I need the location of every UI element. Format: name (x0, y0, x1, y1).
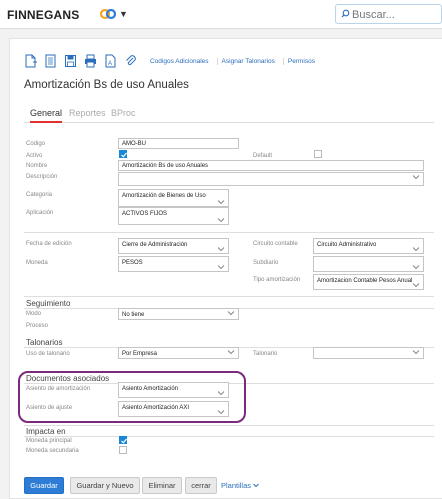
fecha-edicion-label: Fecha de edición (26, 241, 72, 247)
highlight-annotation (18, 371, 246, 423)
toolbar-link-talonarios[interactable]: Asignar Talonarios (216, 57, 279, 65)
descripcion-label: Descripción (26, 174, 58, 180)
documents-icon[interactable] (44, 54, 57, 68)
eliminar-button[interactable]: Eliminar (142, 477, 182, 494)
tipo-amortizacion-select[interactable]: Amortizacion Contable Pesos Anual (313, 274, 424, 290)
chevron-down-icon (227, 311, 235, 316)
divider (24, 232, 434, 233)
moneda-principal-checkbox[interactable] (119, 436, 127, 444)
default-checkbox[interactable] (314, 150, 322, 158)
new-document-icon[interactable] (24, 54, 37, 68)
chevron-down-icon (217, 247, 225, 252)
modo-label: Modo (26, 311, 42, 317)
aplicacion-label: Aplicación (26, 210, 54, 216)
descripcion-field[interactable] (118, 172, 424, 186)
moneda-select[interactable]: PESOS (118, 256, 229, 272)
plantillas-dropdown[interactable]: Plantillas (220, 477, 260, 494)
aplicacion-select[interactable]: ACTIVOS FIJOS (118, 207, 229, 225)
divider (24, 296, 434, 297)
aplicacion-value: ACTIVOS FIJOS (122, 211, 168, 217)
activo-checkbox[interactable] (119, 150, 127, 158)
subdiario-label: Subdiario (253, 260, 279, 266)
chevron-down-icon (412, 283, 420, 288)
codigo-label: Codigo (26, 141, 46, 147)
search-icon (341, 9, 350, 18)
cerrar-button[interactable]: cerrar (185, 477, 217, 494)
brand-logo[interactable]: FINNEGANS (7, 8, 79, 22)
uso-talonario-label: Uso de talonario (26, 351, 70, 357)
save-icon[interactable] (64, 54, 77, 68)
chevron-down-icon (412, 247, 420, 252)
nombre-field[interactable]: Amortización Bs de uso Anuales (118, 160, 424, 171)
tipo-amortizacion-label: Tipo amortización (253, 277, 301, 283)
codigo-field[interactable]: AMO-BU (118, 138, 239, 149)
check-icon (121, 152, 127, 158)
main-panel: A Codigos Adicionales Asignar Talonarios… (9, 38, 442, 499)
tipo-amortizacion-value: Amortizacion Contable Pesos Anual (317, 278, 413, 284)
fecha-edicion-select[interactable]: Cierre de Administración (118, 238, 229, 254)
tab-bproc[interactable]: BProc (111, 108, 136, 118)
brand-mark-icon (100, 8, 116, 20)
fecha-edicion-value: Cierre de Administración (122, 242, 188, 248)
uso-talonario-value: Por Empresa (122, 351, 158, 357)
guardar-nuevo-button[interactable]: Guardar y Nuevo (70, 477, 140, 494)
talonario-label: Talonario (253, 351, 278, 357)
talonario-select[interactable] (313, 347, 424, 359)
subdiario-select[interactable] (313, 256, 424, 272)
tab-general[interactable]: General (30, 108, 63, 123)
circuito-value: Circuito Administrativo (317, 242, 377, 248)
chevron-down-icon (412, 350, 420, 355)
moneda-secundaria-checkbox[interactable] (119, 446, 127, 454)
check-icon (121, 438, 127, 444)
print-icon[interactable] (84, 54, 97, 68)
moneda-value: PESOS (122, 260, 143, 266)
toolbar-link-permisos[interactable]: Permisos (282, 57, 319, 65)
chevron-down-icon (412, 265, 420, 270)
categoria-label: Categoria (26, 192, 53, 198)
search-box[interactable] (335, 4, 442, 24)
tab-reportes[interactable]: Reportes (69, 108, 106, 118)
moneda-principal-label: Moneda principal (26, 438, 72, 444)
circuito-select[interactable]: Circuito Administrativo (313, 238, 424, 254)
circuito-label: Circuito contable (253, 241, 298, 247)
search-input[interactable] (352, 7, 440, 22)
chevron-down-icon (217, 218, 225, 223)
proceso-label: Proceso (26, 323, 49, 329)
moneda-secundaria-label: Moneda secundaria (26, 448, 79, 454)
plantillas-label: Plantillas (220, 481, 251, 490)
tab-bar: General Reportes BProc (24, 106, 434, 123)
categoria-value: Amortización de Bienes de Uso (122, 193, 206, 199)
attachment-icon[interactable] (124, 54, 137, 68)
chevron-down-icon (227, 350, 235, 355)
toolbar: A Codigos Adicionales Asignar Talonarios… (24, 53, 319, 69)
modo-select[interactable]: No tiene (118, 308, 239, 320)
categoria-select[interactable]: Amortización de Bienes de Uso (118, 189, 229, 207)
moneda-label: Moneda (26, 260, 48, 266)
talonarios-title: Talonarios (26, 338, 63, 347)
chevron-down-icon (412, 175, 420, 180)
svg-text:A: A (108, 61, 112, 67)
guardar-button[interactable]: Guardar (24, 477, 64, 494)
activo-label: Activo (26, 153, 43, 159)
toolbar-link-codigos[interactable]: Codigos Adicionales (146, 58, 213, 65)
seguimiento-title: Seguimiento (26, 299, 71, 308)
default-label: Default (253, 153, 273, 159)
brand-dropdown-icon[interactable]: ▼ (119, 9, 128, 19)
chevron-down-icon (217, 200, 225, 205)
divider (24, 436, 434, 437)
uso-talonario-select[interactable]: Por Empresa (118, 347, 239, 359)
top-bar: FINNEGANS ▼ (0, 0, 442, 29)
modo-value: No tiene (122, 312, 145, 318)
nombre-label: Nombre (26, 163, 48, 169)
page-title: Amortización Bs de uso Anuales (24, 79, 189, 91)
divider (24, 425, 434, 426)
impacta-title: Impacta en (26, 427, 66, 436)
chevron-down-icon (217, 265, 225, 270)
chevron-down-icon (253, 483, 259, 488)
export-icon[interactable]: A (104, 54, 117, 68)
